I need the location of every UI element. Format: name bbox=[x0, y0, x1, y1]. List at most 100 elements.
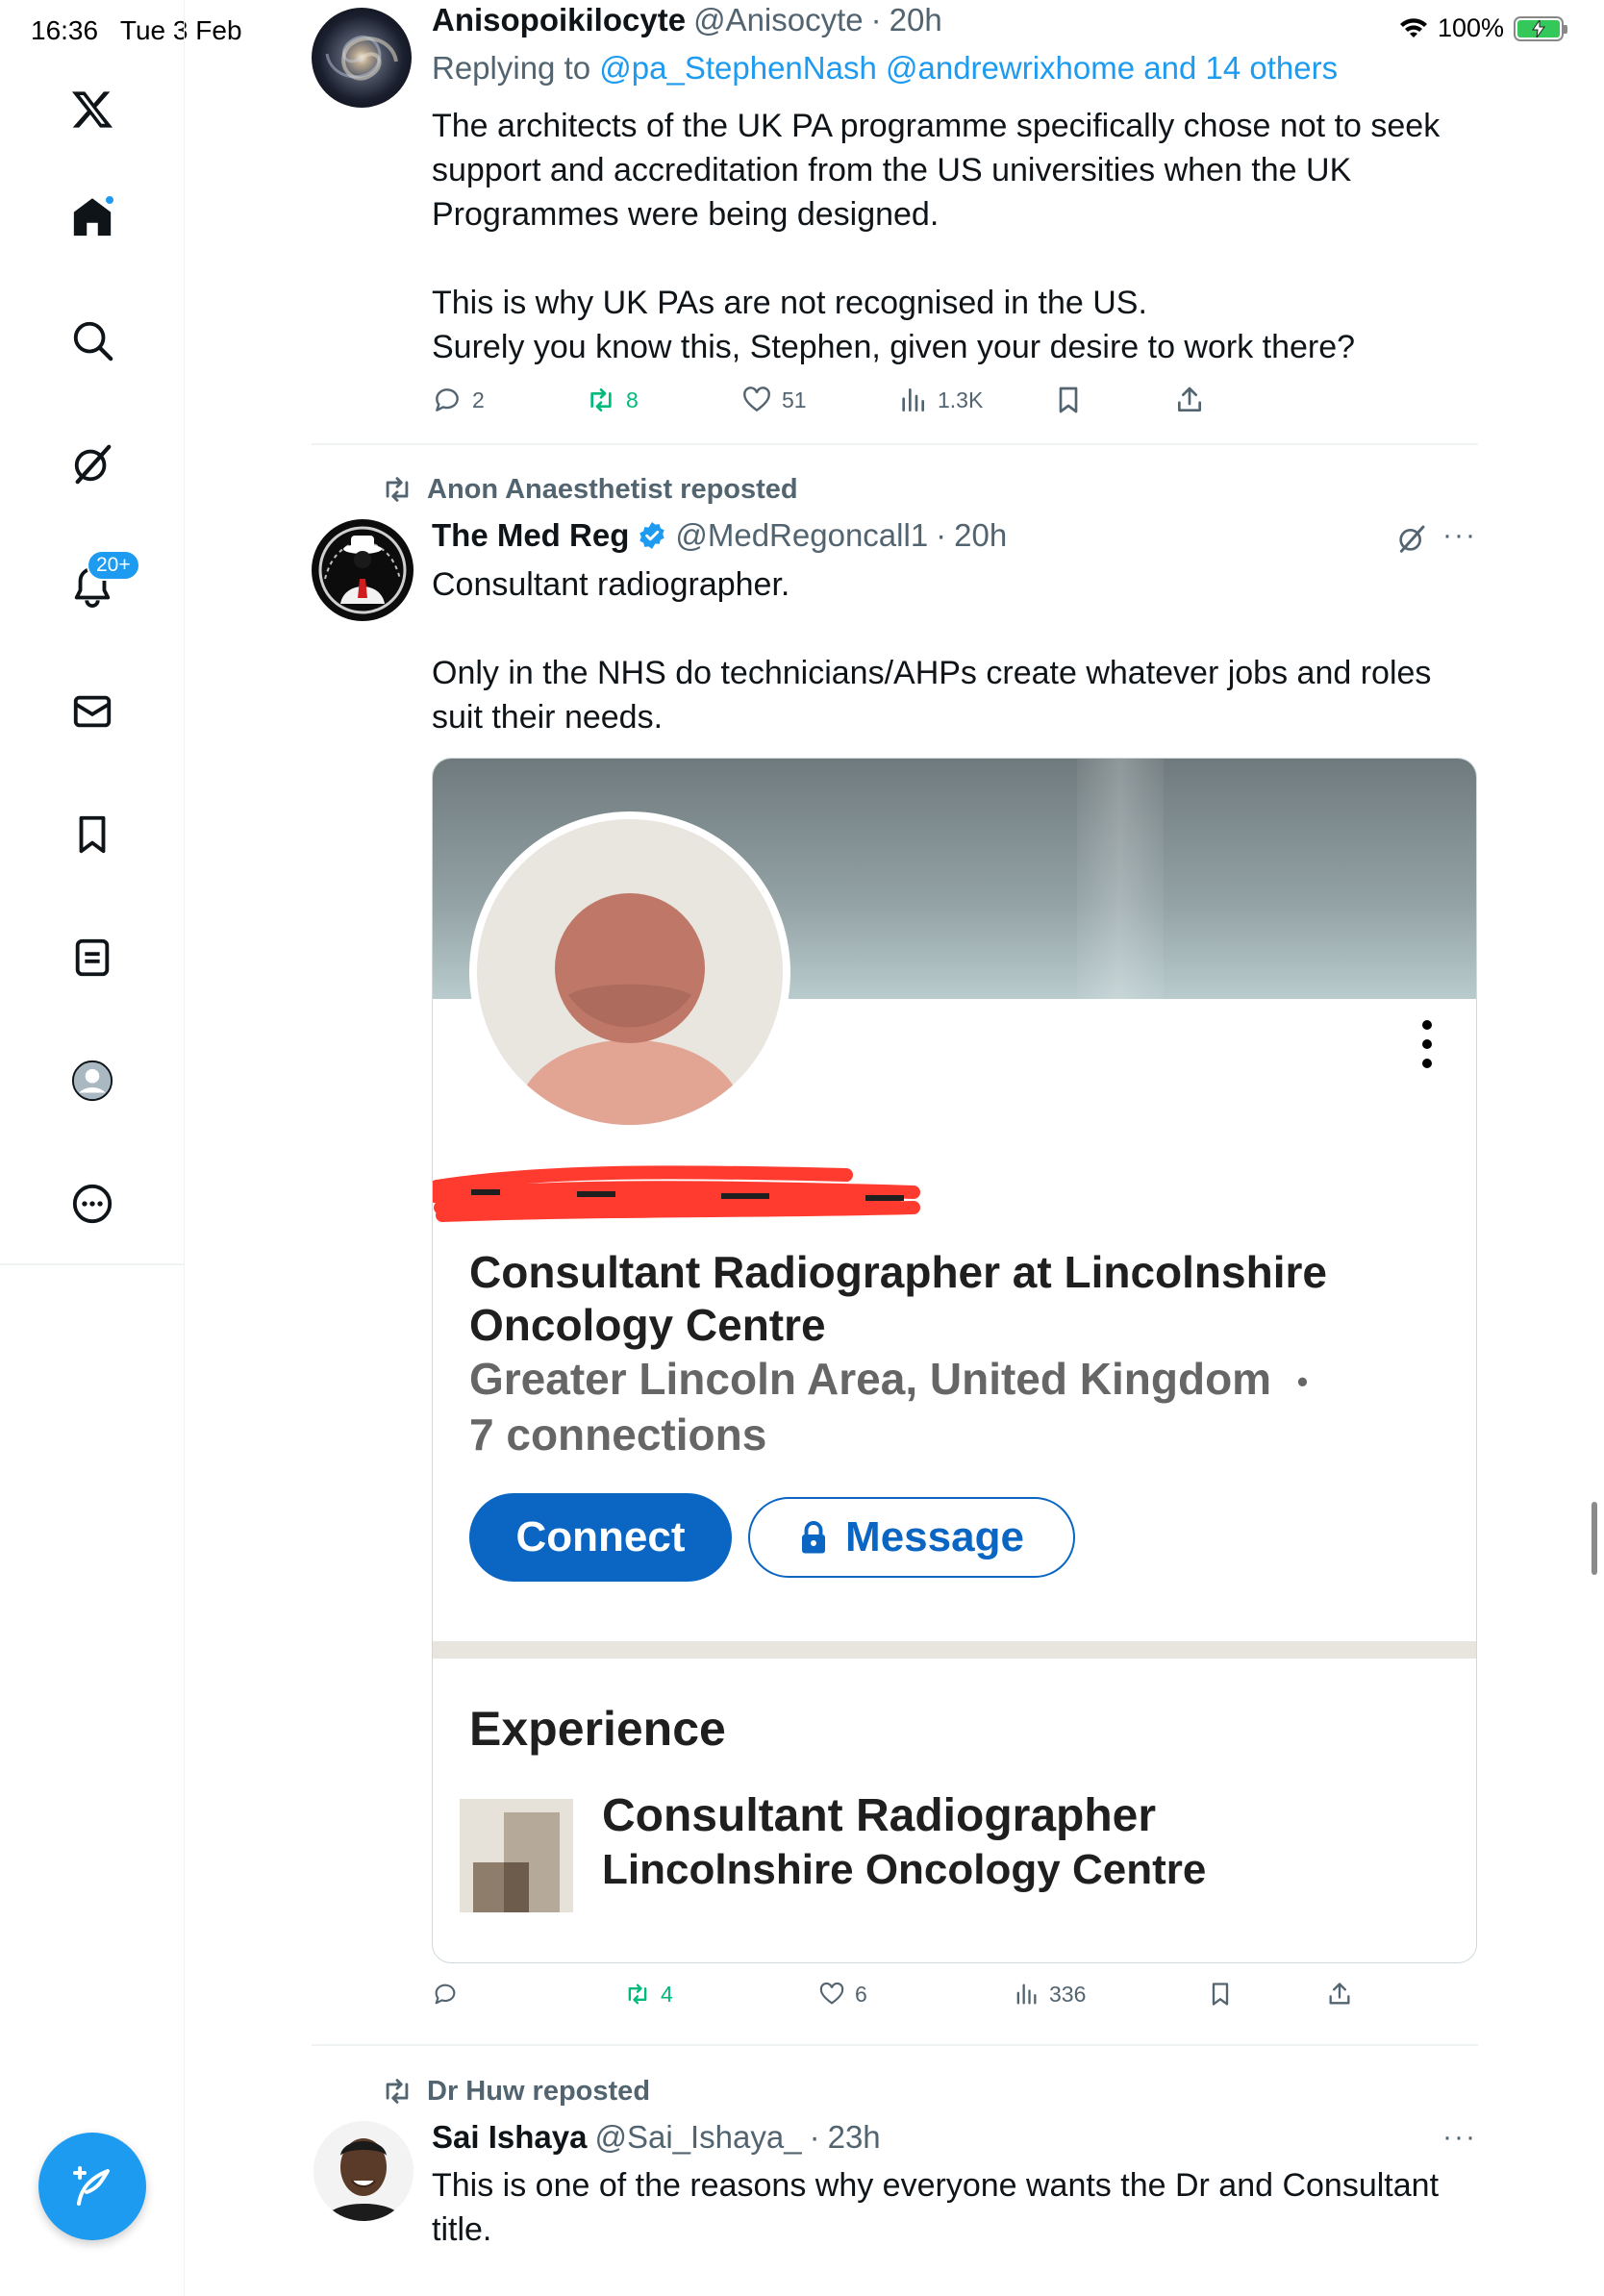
status-indicators: 100% bbox=[1399, 13, 1567, 43]
tweet-header: Sai Ishaya @Sai_Ishaya_ · 23h bbox=[432, 2119, 881, 2156]
tweet-paragraph: The architects of the UK PA programme sp… bbox=[432, 108, 1441, 233]
message-label: Message bbox=[845, 1513, 1024, 1560]
tweet-paragraph: Surely you know this, Stephen, given you… bbox=[432, 329, 1356, 365]
connect-button: Connect bbox=[469, 1493, 732, 1582]
share-icon bbox=[1329, 1983, 1350, 2005]
display-name[interactable]: Sai Ishaya bbox=[432, 2119, 587, 2156]
reposted-by[interactable]: Dr Huw reposted bbox=[381, 2075, 650, 2108]
separator: · bbox=[809, 2119, 820, 2155]
notifications-icon[interactable]: 20+ bbox=[63, 550, 140, 615]
reposted-by-label: Anon Anaesthetist reposted bbox=[427, 473, 798, 505]
avatar[interactable] bbox=[312, 8, 412, 108]
more-options-icon[interactable]: ··· bbox=[1442, 519, 1477, 552]
experience-heading: Experience bbox=[469, 1702, 726, 1756]
like-button[interactable]: 51 bbox=[741, 385, 807, 415]
reply-icon bbox=[435, 1984, 456, 2005]
views-button[interactable]: 336 bbox=[1013, 1981, 1086, 2008]
tweet-divider bbox=[312, 2044, 1478, 2046]
tweet-text: Consultant radiographer. Only in the NHS… bbox=[432, 562, 1490, 739]
connections-count: 7 connections bbox=[469, 1410, 767, 1460]
search-icon[interactable] bbox=[63, 312, 121, 369]
repost-button[interactable]: 8 bbox=[586, 385, 639, 415]
reply-button[interactable]: 2 bbox=[432, 385, 485, 415]
experience-role: Consultant Radiographer bbox=[602, 1790, 1157, 1841]
home-icon[interactable] bbox=[63, 188, 121, 246]
profile-icon[interactable] bbox=[63, 1052, 121, 1110]
reposted-by-label: Dr Huw reposted bbox=[427, 2075, 651, 2107]
share-icon bbox=[1178, 387, 1201, 412]
more-options-icon[interactable]: ··· bbox=[1442, 2121, 1477, 2154]
wifi-icon bbox=[1399, 17, 1427, 37]
scrollbar[interactable] bbox=[1591, 1502, 1597, 1575]
tweet-header: The Med Reg @MedRegoncall1 · 20h bbox=[432, 517, 1007, 554]
views-button[interactable]: 1.3K bbox=[897, 385, 983, 415]
repost-count: 8 bbox=[626, 387, 639, 412]
repost-count: 4 bbox=[661, 1981, 673, 2007]
x-logo-icon[interactable] bbox=[63, 81, 121, 138]
linkedin-location: Greater Lincoln Area, United Kingdom • 7… bbox=[469, 1353, 1431, 1461]
repost-icon bbox=[590, 388, 612, 412]
lists-icon[interactable] bbox=[63, 929, 121, 986]
battery-percent: 100% bbox=[1437, 13, 1504, 42]
timestamp[interactable]: 20h bbox=[954, 517, 1007, 554]
verified-badge-icon bbox=[639, 522, 665, 549]
display-name[interactable]: The Med Reg bbox=[432, 517, 629, 554]
handle[interactable]: @Anisocyte bbox=[693, 2, 864, 38]
more-vertical-icon bbox=[1422, 1020, 1434, 1068]
message-button: Message bbox=[748, 1497, 1075, 1578]
compose-button[interactable] bbox=[38, 2133, 146, 2240]
repost-button[interactable]: 4 bbox=[624, 1981, 673, 2008]
repost-icon bbox=[628, 1984, 647, 2005]
like-button[interactable]: 6 bbox=[818, 1981, 867, 2008]
bookmark-icon bbox=[1212, 1983, 1229, 2006]
share-button[interactable] bbox=[1326, 1981, 1353, 2008]
reposted-by[interactable]: Anon Anaesthetist reposted bbox=[381, 473, 798, 506]
share-button[interactable] bbox=[1174, 385, 1205, 415]
reply-button[interactable] bbox=[432, 1981, 468, 2008]
nav-divider bbox=[0, 1263, 185, 1265]
messages-icon[interactable] bbox=[63, 683, 121, 740]
notifications-badge: 20+ bbox=[87, 550, 140, 581]
bookmarks-icon[interactable] bbox=[63, 806, 121, 863]
handle[interactable]: @Sai_Ishaya_ bbox=[594, 2119, 801, 2156]
heart-icon bbox=[743, 387, 770, 412]
company-logo bbox=[460, 1799, 573, 1912]
location-separator: • bbox=[1296, 1364, 1309, 1400]
tweet-paragraph: Only in the NHS do technicians/AHPs crea… bbox=[432, 655, 1432, 736]
views-count: 336 bbox=[1049, 1981, 1087, 2007]
reply-count: 2 bbox=[472, 387, 485, 412]
views-count: 1.3K bbox=[938, 387, 984, 412]
location-text: Greater Lincoln Area, United Kingdom bbox=[469, 1354, 1272, 1404]
repost-icon bbox=[386, 2079, 409, 2104]
views-icon bbox=[902, 388, 924, 412]
tweet-paragraph: Consultant radiographer. bbox=[432, 566, 790, 603]
avatar[interactable] bbox=[312, 519, 414, 621]
display-name[interactable]: Anisopoikilocyte bbox=[432, 2, 686, 38]
home-unread-dot bbox=[104, 194, 115, 206]
compose-icon bbox=[73, 2166, 110, 2206]
separator: · bbox=[936, 517, 947, 553]
replying-to: Replying to @pa_StephenNash @andrewrixho… bbox=[432, 50, 1338, 87]
bookmark-icon bbox=[1059, 387, 1078, 413]
side-nav: 20+ bbox=[0, 0, 185, 2296]
bookmark-button[interactable] bbox=[1207, 1981, 1234, 2008]
grok-explain-button[interactable] bbox=[1396, 523, 1427, 559]
more-icon[interactable] bbox=[63, 1175, 121, 1233]
battery-icon bbox=[1514, 15, 1567, 41]
replying-to-label: Replying to bbox=[432, 50, 591, 86]
card-section-divider bbox=[433, 1641, 1476, 1659]
tweet-actions: 2 8 51 1.3K bbox=[432, 385, 1490, 427]
replying-to-users[interactable]: @pa_StephenNash @andrewrixhome and 14 ot… bbox=[599, 50, 1338, 86]
handle[interactable]: @MedRegoncall1 bbox=[675, 517, 928, 554]
timestamp[interactable]: 20h bbox=[890, 2, 942, 38]
tweet-text: This is one of the reasons why everyone … bbox=[432, 2163, 1490, 2252]
avatar[interactable] bbox=[313, 2121, 414, 2221]
bookmark-button[interactable] bbox=[1053, 385, 1084, 415]
grok-icon[interactable] bbox=[63, 435, 121, 492]
tweet-divider bbox=[312, 443, 1478, 445]
tweet-actions: 4 6 336 bbox=[432, 1981, 1490, 2023]
timestamp[interactable]: 23h bbox=[828, 2119, 881, 2156]
linkedin-headline: Consultant Radiographer at Lincolnshire … bbox=[469, 1247, 1327, 1350]
attached-image[interactable]: Consultant Radiographer at Lincolnshire … bbox=[432, 758, 1477, 1963]
heart-icon bbox=[819, 1982, 844, 2005]
